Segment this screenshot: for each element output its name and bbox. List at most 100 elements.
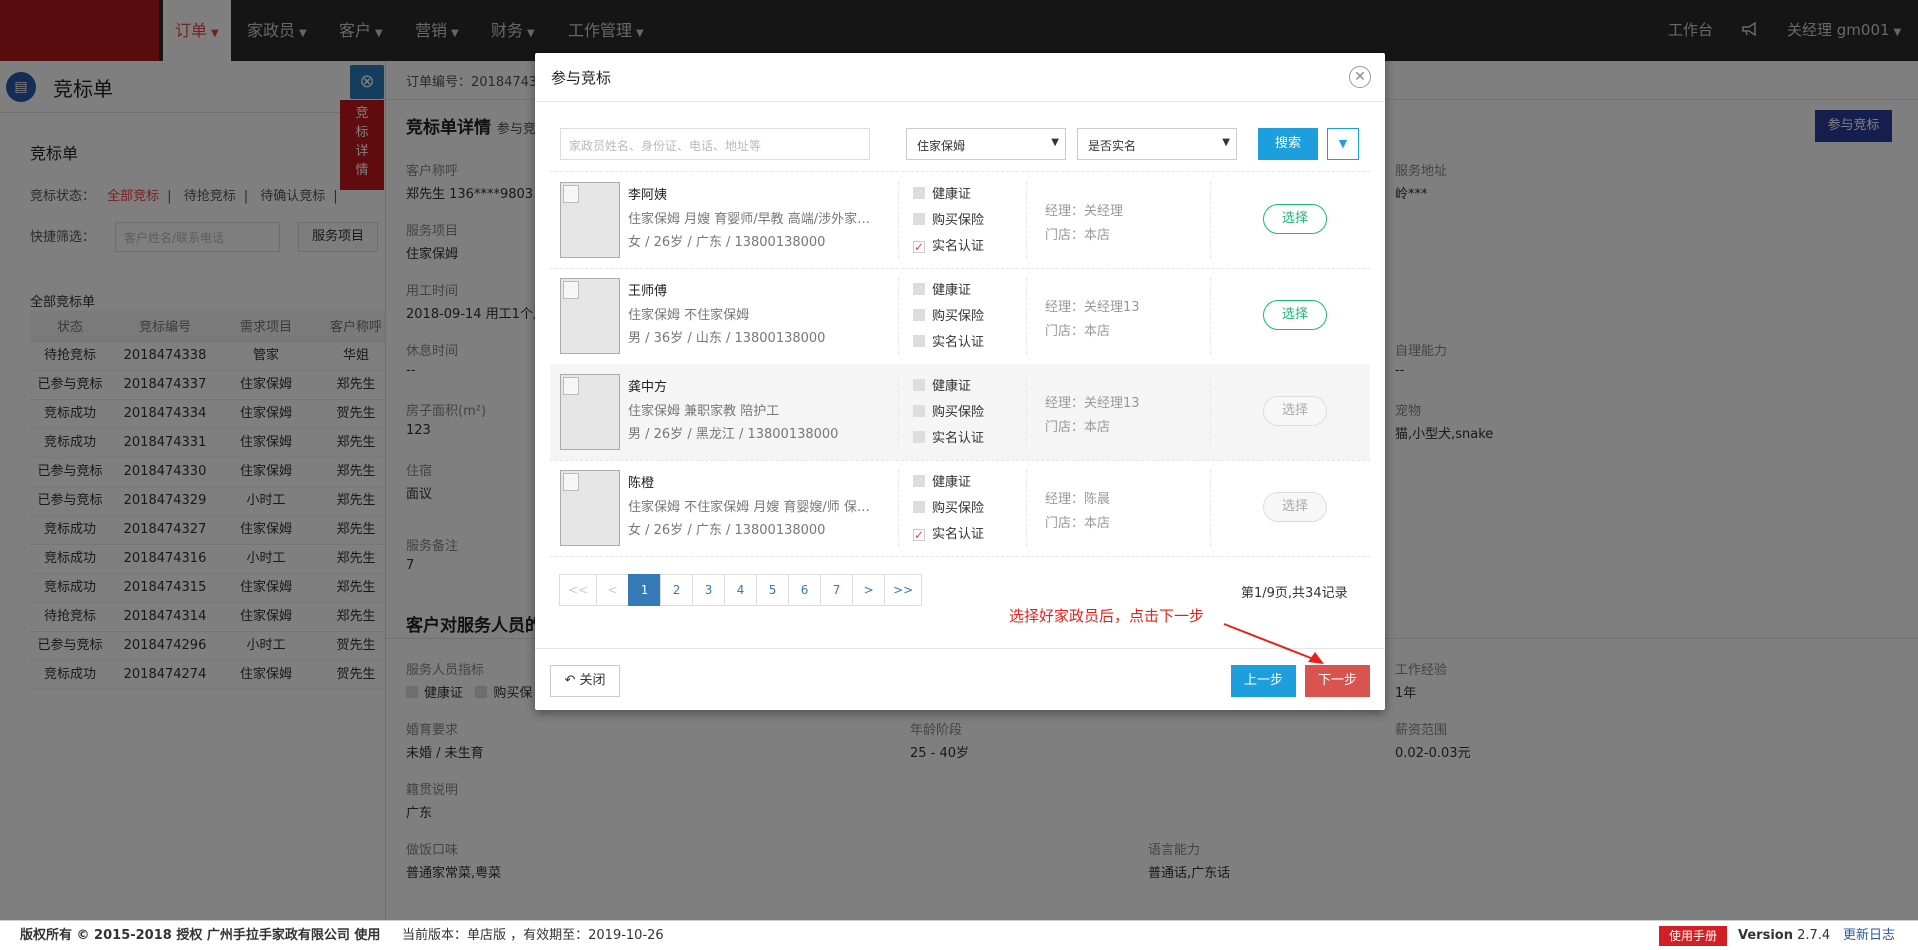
qualification-check: 购买保险 — [913, 497, 984, 516]
tutorial-annotation: 选择好家政员后，点击下一步 — [1009, 607, 1205, 625]
page-info: 第1/9页,共34记录 — [1241, 586, 1348, 601]
version-value: 2.7.4 — [1797, 928, 1831, 943]
qualification-label: 实名认证 — [932, 527, 985, 542]
footer: 版权所有 © 2015-2018 授权 广州手拉手家政有限公司 使用 当前版本：… — [0, 920, 1918, 950]
divider — [898, 470, 899, 546]
caret-down-icon: ▼ — [1051, 137, 1059, 148]
tutorial-arrow-icon — [1223, 623, 1324, 664]
store-info: 门店：本店 — [1045, 228, 1111, 243]
divider — [1026, 374, 1027, 450]
divider — [1026, 278, 1027, 354]
changelog-link[interactable]: 更新日志 — [1843, 921, 1895, 950]
page-button[interactable]: < — [596, 574, 630, 606]
divider — [898, 374, 899, 450]
page-button[interactable]: 5 — [756, 574, 790, 606]
page-button[interactable]: 3 — [692, 574, 726, 606]
page-button[interactable]: 4 — [724, 574, 758, 606]
reply-icon: ↶ — [564, 673, 576, 688]
checkbox — [913, 309, 925, 321]
divider — [1210, 470, 1211, 546]
page-button[interactable]: 7 — [820, 574, 854, 606]
checkbox — [913, 501, 925, 513]
checkbox — [913, 405, 925, 417]
checkbox — [913, 187, 925, 199]
participate-bid-dialog: 参与竞标 ✕ 家政员姓名、身份证、电话、地址等 住家保姆 ▼ 是否实名 ▼ 搜索 ▼… — [535, 53, 1385, 710]
store-info: 门店：本店 — [1045, 420, 1111, 435]
qualification-check: ✓ 实名认证 — [913, 523, 984, 542]
page-button[interactable]: >> — [884, 574, 923, 606]
qualification-label: 购买保险 — [932, 501, 985, 516]
housekeeper-row: 李阿姨住家保姆 月嫂 育婴师/早教 高端/涉外家… 女 / 26岁 / 广东 / … — [550, 172, 1370, 268]
checkbox — [913, 335, 925, 347]
select-housekeeper-button[interactable]: 选择 — [1263, 204, 1327, 234]
checkbox — [913, 283, 925, 295]
qualification-check: 健康证 — [913, 183, 971, 202]
divider — [1026, 470, 1027, 546]
qualification-check: 实名认证 — [913, 331, 984, 350]
copyright: 版权所有 © 2015-2018 授权 广州手拉手家政有限公司 使用 — [20, 928, 381, 943]
housekeeper-search-input[interactable]: 家政员姓名、身份证、电话、地址等 — [560, 128, 870, 160]
housekeeper-info: 男 / 26岁 / 黑龙江 / 13800138000 — [628, 427, 839, 442]
version-info: 当前版本：单店版 ，有效期至：2019-10-26 — [402, 928, 664, 943]
pagination: << <1 2 3 4 5 6 7 > >> — [559, 574, 923, 606]
manager-info: 经理：关经理13 — [1045, 300, 1140, 315]
select-housekeeper-button[interactable]: 选择 — [1263, 492, 1327, 522]
housekeeper-name: 王师傅 — [628, 284, 668, 299]
next-step-button[interactable]: 下一步 — [1305, 665, 1370, 697]
page-button[interactable]: 1 — [628, 574, 662, 606]
close-button-label: 关闭 — [579, 673, 606, 688]
qualification-label: 购买保险 — [932, 309, 985, 324]
select-housekeeper-button[interactable]: 选择 — [1263, 396, 1327, 426]
real-name-select[interactable]: 是否实名 ▼ — [1077, 128, 1237, 160]
manual-button[interactable]: 使用手册 — [1659, 926, 1728, 946]
caret-down-icon: ▼ — [1222, 137, 1230, 148]
manager-info: 经理：关经理 — [1045, 204, 1124, 219]
close-button[interactable]: ↶ 关闭 — [550, 665, 620, 697]
qualification-label: 健康证 — [932, 475, 972, 490]
select-value: 住家保姆 — [917, 139, 966, 153]
qualification-check: 健康证 — [913, 375, 971, 394]
housekeeper-row: 陈橙 住家保姆 不住家保姆 月嫂 育婴嫂/师 保… 女 / 26岁 / 广东 / 1… — [550, 460, 1370, 556]
qualification-label: 实名认证 — [932, 335, 985, 350]
dialog-header: 参与竞标 ✕ — [535, 53, 1385, 102]
checkbox — [913, 431, 925, 443]
qualification-label: 实名认证 — [932, 431, 985, 446]
divider — [898, 278, 899, 354]
version: Version 2.7.4 — [1738, 921, 1830, 950]
qualification-check: 健康证 — [913, 279, 971, 298]
qualification-label: 健康证 — [932, 187, 972, 202]
housekeeper-skills: 住家保姆 月嫂 育婴师/早教 高端/涉外家… — [628, 212, 871, 227]
select-housekeeper-button[interactable]: 选择 — [1263, 300, 1327, 330]
previous-step-button[interactable]: 上一步 — [1231, 665, 1296, 697]
checkbox — [913, 475, 925, 487]
housekeeper-name: 李阿姨 — [628, 188, 668, 203]
qualification-check: 购买保险 — [913, 209, 984, 228]
qualification-check: 实名认证 — [913, 427, 984, 446]
checkbox — [913, 379, 925, 391]
housekeeper-info: 男 / 36岁 / 山东 / 13800138000 — [628, 331, 826, 346]
service-type-select[interactable]: 住家保姆 ▼ — [906, 128, 1066, 160]
divider — [1026, 182, 1027, 258]
housekeeper-row: 龚中方 住家保姆 兼职家教 陪护工男 / 26岁 / 黑龙江 / 13800138… — [550, 364, 1370, 460]
qualification-label: 健康证 — [932, 283, 972, 298]
housekeeper-name: 陈橙 — [628, 476, 655, 491]
search-button[interactable]: 搜索 — [1258, 128, 1318, 160]
housekeeper-skills: 住家保姆 不住家保姆 月嫂 育婴嫂/师 保… — [628, 500, 870, 515]
divider — [1210, 374, 1211, 450]
store-info: 门店：本店 — [1045, 516, 1111, 531]
page-button[interactable]: 6 — [788, 574, 822, 606]
qualification-label: 实名认证 — [932, 239, 985, 254]
page-button[interactable]: 2 — [660, 574, 694, 606]
housekeeper-photo — [560, 182, 620, 258]
select-value: 是否实名 — [1088, 139, 1137, 153]
manager-info: 经理：陈晨 — [1045, 492, 1111, 507]
qualification-label: 健康证 — [932, 379, 972, 394]
page-button[interactable]: << — [559, 574, 598, 606]
divider — [1210, 182, 1211, 258]
housekeeper-name: 龚中方 — [628, 380, 668, 395]
close-icon[interactable]: ✕ — [1349, 66, 1371, 88]
housekeeper-info: 女 / 26岁 / 广东 / 13800138000 — [628, 235, 826, 250]
chevron-down-icon[interactable]: ▼ — [1327, 128, 1359, 160]
page-button[interactable]: > — [852, 574, 886, 606]
housekeeper-photo — [560, 470, 620, 546]
